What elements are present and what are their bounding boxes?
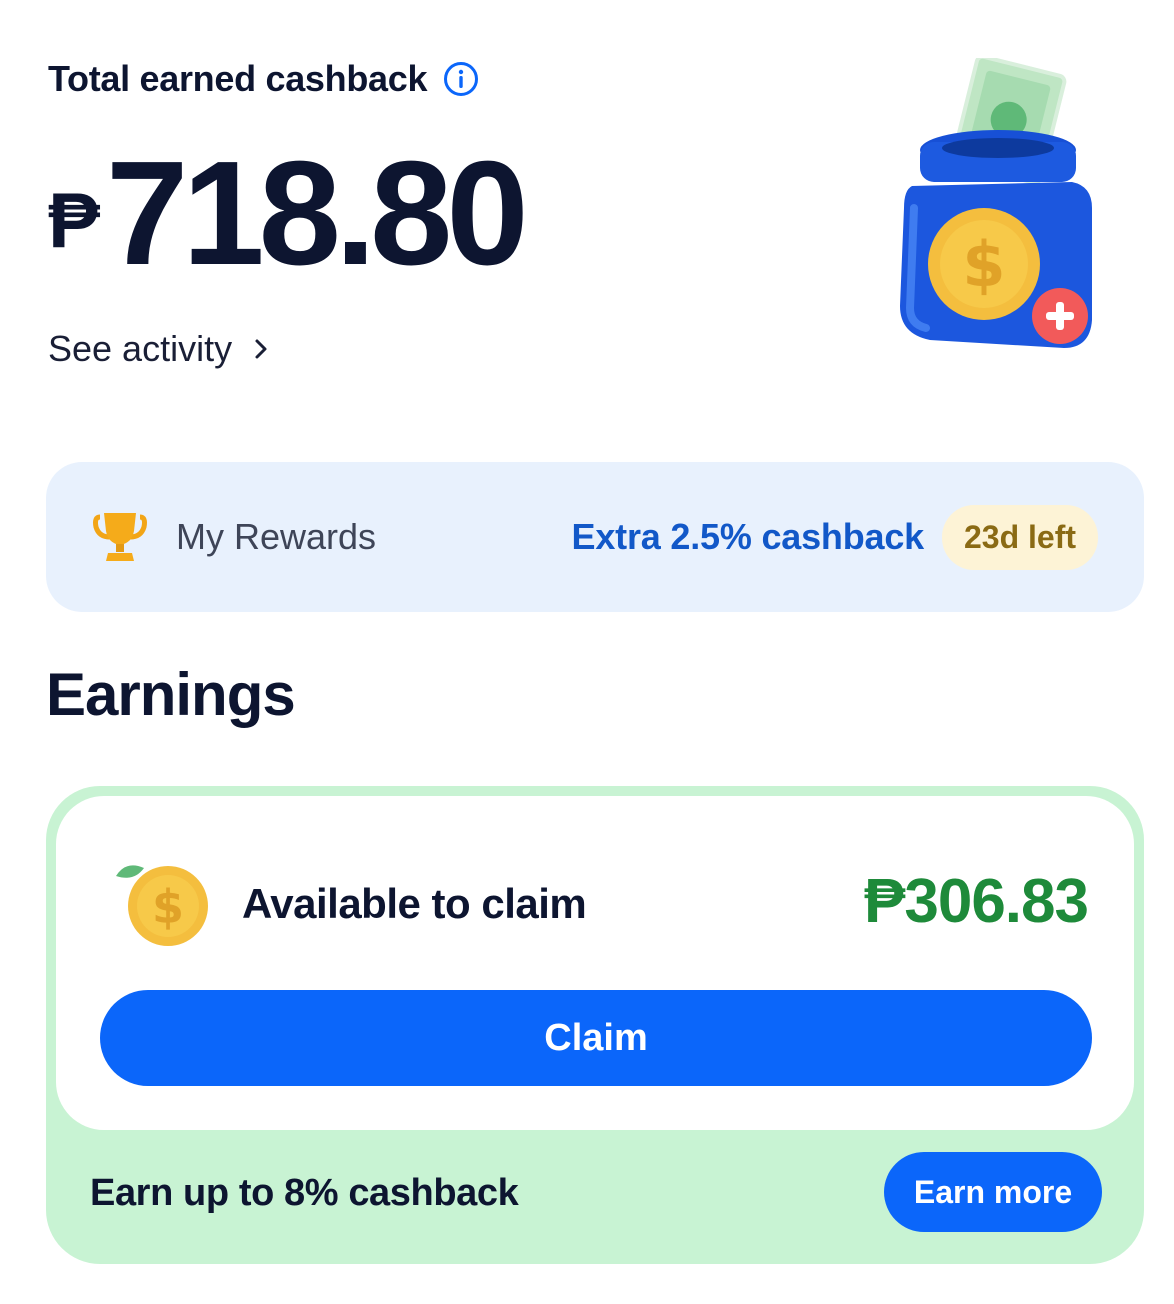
currency-symbol: ₱ (48, 175, 101, 264)
available-amount: ₱306.83 (864, 867, 1089, 936)
coin-icon: $ (116, 865, 208, 946)
earnings-title: Earnings (46, 661, 296, 728)
earnings-card: $ Available to claim ₱306.83 Claim Earn … (46, 786, 1144, 1264)
claim-button[interactable]: Claim (100, 990, 1092, 1086)
available-to-claim-card: $ Available to claim ₱306.83 Claim (56, 796, 1134, 1130)
available-to-claim-label: Available to claim (242, 880, 587, 927)
total-cashback-header: Total earned cashback (48, 58, 479, 100)
trophy-icon (93, 513, 147, 561)
cashback-page: Total earned cashback ₱ 718.80 See activ… (0, 0, 1174, 1304)
my-rewards-label: My Rewards (176, 516, 377, 557)
total-amount-value: 718.80 (106, 131, 529, 296)
see-activity-link[interactable]: See activity (48, 328, 272, 370)
total-cashback-amount: ₱ 718.80 (48, 131, 529, 296)
rewards-promo: Extra 2.5% cashback 23d left (571, 504, 1098, 570)
earn-up-to-label: Earn up to 8% cashback (90, 1172, 519, 1214)
extra-cashback-label: Extra 2.5% cashback (571, 516, 925, 557)
earn-more-button[interactable]: Earn more (884, 1152, 1102, 1232)
my-rewards-banner[interactable]: My Rewards Extra 2.5% cashback 23d left (46, 462, 1144, 612)
total-cashback-label: Total earned cashback (48, 58, 428, 99)
cashback-jar-illustration: $ (900, 58, 1092, 348)
days-left-badge: 23d left (941, 504, 1098, 570)
svg-text:$: $ (962, 228, 1005, 301)
chevron-right-icon (255, 339, 267, 359)
info-icon[interactable] (443, 61, 479, 97)
see-activity-label: See activity (48, 328, 233, 369)
svg-text:$: $ (152, 880, 184, 934)
